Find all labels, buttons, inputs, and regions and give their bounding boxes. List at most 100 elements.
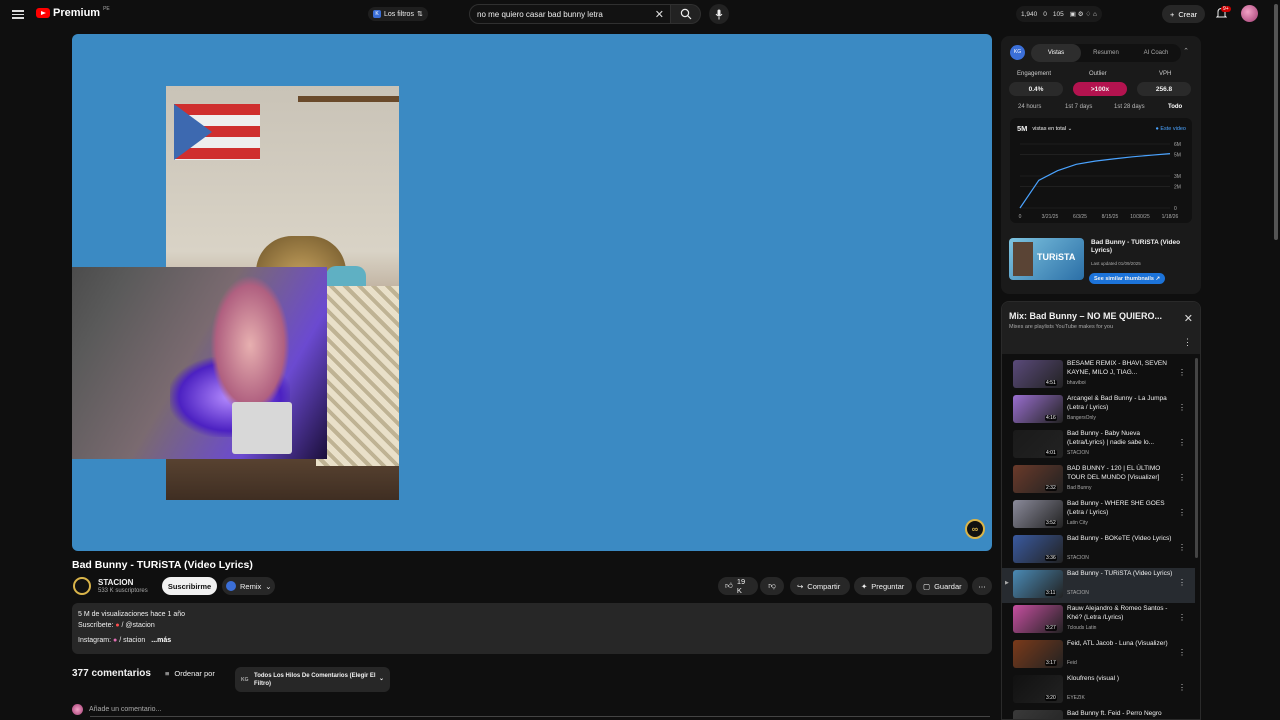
create-button[interactable]: + Crear xyxy=(1162,5,1206,23)
list-item-duration: 3:11 xyxy=(1045,590,1057,596)
x-tick-label: 1/18/26 xyxy=(1162,214,1179,220)
save-button[interactable]: ▢ Guardar xyxy=(916,577,968,595)
kebab-menu-icon[interactable]: ⋮ xyxy=(1178,403,1186,412)
subscribe-text: Suscríbete: xyxy=(78,622,116,629)
voice-search-button[interactable] xyxy=(709,4,729,24)
mix-list: 4:51 BESAME REMIX - BHAVI, SEVEN KAYNE, M… xyxy=(1002,358,1195,719)
range-all[interactable]: Todo xyxy=(1168,104,1182,110)
list-item-channel: Feid xyxy=(1067,660,1077,666)
search-button[interactable] xyxy=(671,4,701,24)
filters-button[interactable]: K Los filtros ⇅ xyxy=(368,7,428,21)
kebab-menu-icon[interactable]: ⋮ xyxy=(1178,473,1186,482)
search-icon xyxy=(680,8,691,20)
list-item-title: Arcangel & Bad Bunny - La Jumpa (Letra /… xyxy=(1067,395,1167,411)
list-item[interactable]: 3:20 Kloufrens (visual ) EYEZIK ⋮ xyxy=(1002,673,1195,708)
mix-subtitle: Mixes are playlists YouTube makes for yo… xyxy=(1009,324,1114,330)
list-item-title: Bad Bunny - BOKeTE (Video Lyrics) xyxy=(1067,535,1172,542)
tab-ai-coach[interactable]: AI Coach xyxy=(1131,44,1181,62)
subscribe-handle[interactable]: / @stacion xyxy=(120,622,155,629)
thread-filter-label: Todos Los Hilos De Comentarios (Elegir E… xyxy=(254,673,376,687)
kebab-menu-icon[interactable]: ⋮ xyxy=(1178,368,1186,377)
remix-button[interactable]: Remix ⌄ xyxy=(222,577,275,595)
video-thumbnail[interactable]: TURiSTA xyxy=(1009,238,1084,280)
user-avatar xyxy=(72,704,83,715)
list-item[interactable]: Bad Bunny ft. Feid - Perro Negro (Letra … xyxy=(1002,708,1195,719)
clear-search-icon[interactable]: ✕ xyxy=(655,8,664,21)
list-item[interactable]: 4:01 Bad Bunny - Baby Nueva (Letra/Lyrics… xyxy=(1002,428,1195,463)
kebab-menu-icon[interactable]: ⋮ xyxy=(1178,613,1186,622)
list-item-channel: STACION xyxy=(1067,450,1089,456)
sliders-icon: ⇅ xyxy=(416,11,423,18)
youtube-logo[interactable]: Premium PE xyxy=(36,6,110,19)
show-more-link[interactable]: ...más xyxy=(151,637,171,644)
menu-icon[interactable] xyxy=(12,8,24,20)
kebab-menu-icon[interactable]: ⋮ xyxy=(1178,508,1186,517)
kebab-menu-icon[interactable]: ⋮ xyxy=(1178,543,1186,552)
channel-name[interactable]: STACION xyxy=(98,578,133,587)
like-button[interactable]: 👍︎ 19 K xyxy=(718,577,758,595)
analytics-extension-panel: KG Vistas Resumen AI Coach ⌃ Engagement … xyxy=(1001,36,1201,294)
range-7d[interactable]: 1st 7 days xyxy=(1065,104,1092,110)
bookmark-icon: ▢ xyxy=(923,581,931,591)
share-label: Compartir xyxy=(807,581,841,591)
kebab-menu-icon[interactable]: ⋮ xyxy=(1178,648,1186,657)
kebab-menu-icon[interactable]: ⋮ xyxy=(1178,438,1186,447)
logo-country: PE xyxy=(103,6,110,12)
dislike-button[interactable]: 👎︎ xyxy=(760,577,784,595)
stat-1: 1,940 xyxy=(1021,10,1038,18)
collapse-icon[interactable]: ⌃ xyxy=(1183,47,1189,55)
x-tick-label: 8/15/25 xyxy=(1102,214,1119,220)
ask-button[interactable]: ✦ Preguntar xyxy=(854,577,912,595)
kebab-menu-icon[interactable]: ⋮ xyxy=(1178,683,1186,692)
sort-label: Ordenar por xyxy=(174,669,215,678)
list-item[interactable]: ▶ 3:11 Bad Bunny - TURiSTA (Video Lyrics) S… xyxy=(1002,568,1195,603)
shelf xyxy=(298,96,399,102)
extension-tabs: Vistas Resumen AI Coach xyxy=(1031,44,1181,62)
range-28d[interactable]: 1st 28 days xyxy=(1114,104,1145,110)
comment-thread-filter[interactable]: KG Todos Los Hilos De Comentarios (Elegi… xyxy=(235,667,390,692)
list-item-title: Bad Bunny - WHERE SHE GOES (Letra / Lyri… xyxy=(1067,500,1165,516)
range-24h[interactable]: 24 hours xyxy=(1018,104,1041,110)
similar-thumbnails-button[interactable]: See similar thumbnails ↗ xyxy=(1089,273,1166,284)
page-scrollbar[interactable] xyxy=(1274,4,1278,240)
list-item[interactable]: 4:51 BESAME REMIX - BHAVI, SEVEN KAYNE, M… xyxy=(1002,358,1195,393)
list-item-duration: 4:16 xyxy=(1045,415,1057,421)
close-icon[interactable]: ✕ xyxy=(1184,312,1193,325)
video-player[interactable]: ∞ xyxy=(72,34,992,551)
list-item[interactable]: 3:27 Rauw Alejandro & Romeo Santos - Khé?… xyxy=(1002,603,1195,638)
list-item-channel: Bad Bunny xyxy=(1067,485,1092,491)
list-item[interactable]: 3:17 Feid, ATL Jacob - Luna (Visualizer) F… xyxy=(1002,638,1195,673)
subscribe-button[interactable]: Suscribirme xyxy=(162,577,217,595)
channel-avatar[interactable] xyxy=(73,577,91,595)
list-item-title: Bad Bunny - TURiSTA (Video Lyrics) xyxy=(1067,570,1173,577)
list-item-title: Bad Bunny - Baby Nueva (Letra/Lyrics) | … xyxy=(1067,430,1155,446)
ask-label: Preguntar xyxy=(871,581,905,591)
tab-vistas[interactable]: Vistas xyxy=(1031,44,1081,62)
sort-button[interactable]: ≡ Ordenar por xyxy=(165,669,215,678)
instagram-handle[interactable]: / stacion xyxy=(117,637,145,644)
add-comment-field[interactable]: Añade un comentario... xyxy=(72,704,161,715)
description-box[interactable]: 5 M de visualizaciones hace 1 año Suscrí… xyxy=(72,603,992,654)
list-item[interactable]: 4:16 Arcangel & Bad Bunny - La Jumpa (Let… xyxy=(1002,393,1195,428)
list-item[interactable]: 3:36 Bad Bunny - BOKeTE (Video Lyrics) STA… xyxy=(1002,533,1195,568)
divider xyxy=(90,716,990,717)
channel-watermark-icon[interactable]: ∞ xyxy=(965,519,985,539)
video-title: Bad Bunny - TURiSTA (Video Lyrics) xyxy=(72,559,253,571)
list-item[interactable]: 2:32 BAD BUNNY - 120 | EL ÚLTIMO TOUR DEL… xyxy=(1002,463,1195,498)
list-item-channel: Latin City xyxy=(1067,520,1088,526)
extension-stats[interactable]: 1,940 0 105 ▣ ⚙ ♢ ⌂ xyxy=(1016,6,1102,22)
share-button[interactable]: ↪ Compartir xyxy=(790,577,850,595)
flag-image xyxy=(174,104,260,160)
search-input[interactable]: no me quiero casar bad bunny letra ✕ xyxy=(469,4,671,24)
tab-resumen[interactable]: Resumen xyxy=(1081,44,1131,62)
avatar[interactable] xyxy=(1241,5,1258,22)
more-actions-button[interactable]: ⋯ xyxy=(972,577,992,595)
list-item[interactable]: 3:52 Bad Bunny - WHERE SHE GOES (Letra / … xyxy=(1002,498,1195,533)
scrollbar[interactable] xyxy=(1195,358,1198,558)
mix-title: Mix: Bad Bunny – NO ME QUIERO... xyxy=(1009,311,1163,321)
kebab-menu-icon[interactable]: ⋮ xyxy=(1183,337,1192,348)
save-label: Guardar xyxy=(934,581,962,591)
y-tick-label: 0 xyxy=(1174,206,1177,212)
kebab-menu-icon[interactable]: ⋮ xyxy=(1178,578,1186,587)
list-item-thumbnail xyxy=(1013,710,1063,719)
